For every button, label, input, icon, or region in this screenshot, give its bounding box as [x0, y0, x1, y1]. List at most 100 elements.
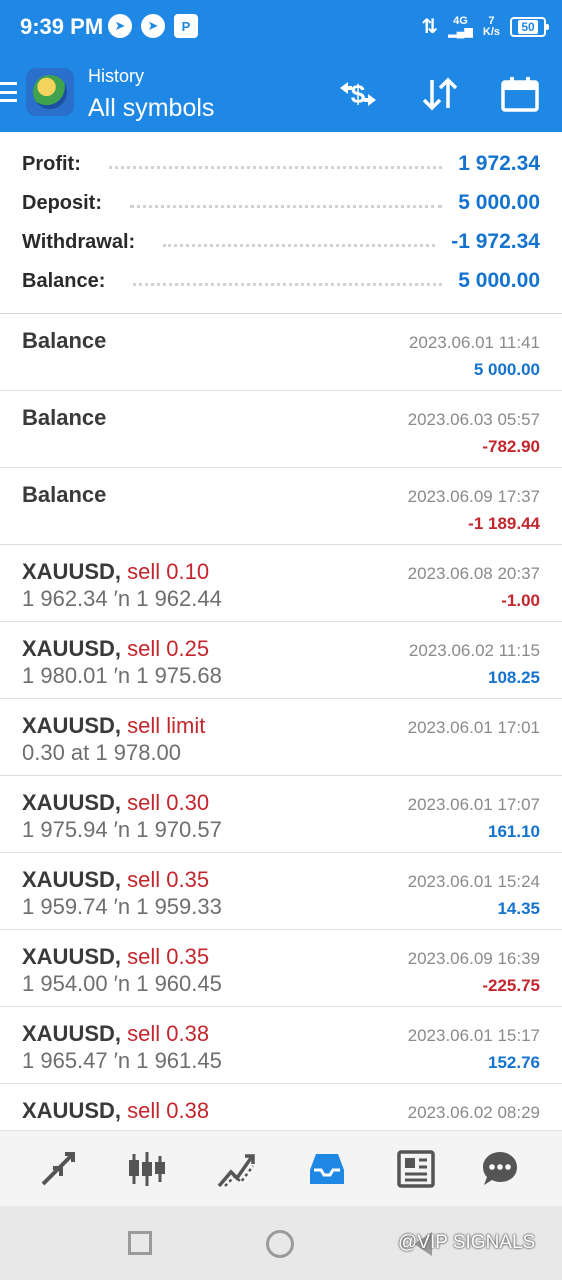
deal-symbol: XAUUSD, sell 0.35 [22, 867, 210, 892]
deal-prices: 0.30 at 1 978.00 [22, 740, 182, 765]
deal-profit: -1 189.44 [468, 514, 540, 533]
summary-withdrawal-row: Withdrawal: -1 972.34 [22, 224, 540, 260]
deal-time: 2023.06.01 11:41 [408, 333, 540, 352]
dotted-leader [163, 243, 436, 247]
app-logo[interactable] [26, 68, 74, 116]
page-subtitle: History [88, 66, 145, 86]
page-title[interactable]: All symbols [88, 94, 214, 123]
history-row[interactable]: Balance 2023.06.09 17:37 -1 189.44 [0, 468, 562, 545]
chart-candles-icon [129, 1152, 165, 1186]
history-row[interactable]: XAUUSD, sell 0.10 1 962.34 ′n 1 962.44 2… [0, 545, 562, 622]
history-row[interactable]: XAUUSD, sell limit 0.30 at 1 978.00 2023… [0, 699, 562, 776]
sort-arrows-icon [422, 77, 458, 111]
quotes-arrows-icon [41, 1152, 75, 1186]
deposit-withdraw-button[interactable]: $ [336, 74, 380, 114]
deal-profit: -1.00 [501, 591, 540, 610]
history-row[interactable]: XAUUSD, sell 0.38 1 965.47 ′n 1 961.45 2… [0, 1007, 562, 1084]
deal-symbol: XAUUSD, sell 0.38 [22, 1021, 210, 1046]
network-indicator: 4G ▂▄▆ [448, 14, 473, 38]
deal-symbol: XAUUSD, sell limit [22, 713, 206, 738]
nav-history[interactable] [303, 1145, 351, 1193]
history-row[interactable]: XAUUSD, sell 0.35 1 959.74 ′n 1 959.33 2… [0, 853, 562, 930]
nav-trade[interactable] [212, 1145, 260, 1193]
summary-deposit-row: Deposit: 5 000.00 [22, 185, 540, 221]
deal-profit: 5 000.00 [473, 360, 540, 379]
deal-type: sell 0.35 [127, 944, 210, 969]
deal-type: sell 0.35 [127, 867, 210, 892]
deal-time: 2023.06.02 11:15 [408, 641, 540, 660]
deal-type: sell 0.30 [127, 790, 210, 815]
app-bar: History All symbols $ [0, 54, 562, 132]
deal-symbol: XAUUSD, sell 0.25 [22, 636, 210, 661]
menu-icon[interactable] [0, 82, 17, 102]
balance-value: 5 000.00 [458, 269, 540, 292]
deal-time: 2023.06.01 17:07 [407, 795, 540, 814]
deal-type: sell 0.10 [127, 559, 210, 584]
withdrawal-value: -1 972.34 [451, 230, 540, 253]
deal-symbol: XAUUSD, sell 0.10 [22, 559, 210, 584]
telegram-icon: ➤ [108, 14, 132, 38]
summary-profit-row: Profit: 1 972.34 [22, 146, 540, 182]
nav-chat[interactable] [476, 1145, 524, 1193]
chat-icon [483, 1152, 517, 1185]
deal-type: sell 0.25 [127, 636, 210, 661]
status-app-icons: ➤ ➤ P [108, 14, 198, 38]
profit-label: Profit: [22, 152, 81, 175]
network-speed-value: 7 [488, 14, 495, 27]
balance-label: Balance: [22, 269, 106, 292]
history-row[interactable]: XAUUSD, sell 0.38 2023.06.02 08:29 [0, 1084, 562, 1130]
deal-symbol: XAUUSD, sell 0.30 [22, 790, 210, 815]
news-icon [397, 1150, 435, 1188]
deal-type: sell 0.38 [127, 1098, 210, 1123]
summary-balance-row: Balance: 5 000.00 [22, 263, 540, 299]
svg-text:$: $ [351, 79, 366, 109]
history-summary: Profit: 1 972.34 Deposit: 5 000.00 Withd… [0, 132, 562, 314]
deal-prices: 1 980.01 ′n 1 975.68 [22, 663, 222, 688]
watermark: @VIP SIGNALS [398, 1232, 536, 1253]
period-button[interactable] [498, 74, 542, 114]
trade-icon [217, 1154, 255, 1188]
network-type: 4G [453, 14, 468, 27]
deal-profit: -225.75 [482, 976, 540, 995]
history-inbox-icon [310, 1154, 344, 1184]
deal-time: 2023.06.01 15:17 [407, 1026, 540, 1045]
history-list[interactable]: Balance 2023.06.01 11:41 5 000.00 Balanc… [0, 314, 562, 1130]
dotted-leader [130, 204, 443, 208]
nav-news[interactable] [392, 1145, 440, 1193]
deposit-value: 5 000.00 [458, 191, 540, 214]
status-bar: 9:39 PM ➤ ➤ P ⇅ 4G ▂▄▆ 7 K/s 50 [0, 0, 562, 54]
deal-symbol: Balance [22, 328, 107, 353]
deal-time: 2023.06.09 16:39 [407, 949, 540, 968]
status-indicators: ⇅ 4G ▂▄▆ 7 K/s 50 [421, 14, 549, 39]
deal-time: 2023.06.01 15:24 [407, 872, 540, 891]
battery-level: 50 [518, 19, 538, 34]
nav-quotes[interactable] [34, 1145, 82, 1193]
dotted-leader [133, 282, 443, 286]
deal-profit: 14.35 [497, 899, 540, 918]
bottom-navigation [0, 1130, 562, 1206]
deal-symbol: Balance [22, 482, 107, 507]
deal-symbol: Balance [22, 405, 107, 430]
recent-apps-icon[interactable] [128, 1231, 152, 1255]
network-speed-unit: K/s [482, 25, 500, 38]
deal-profit: 161.10 [488, 822, 540, 841]
history-row[interactable]: XAUUSD, sell 0.35 1 954.00 ′n 1 960.45 2… [0, 930, 562, 1007]
sort-button[interactable] [418, 74, 462, 114]
deal-type: sell 0.38 [127, 1021, 210, 1046]
deal-time: 2023.06.02 08:29 [407, 1103, 540, 1122]
telegram-icon: ➤ [141, 14, 165, 38]
deal-prices: 1 954.00 ′n 1 960.45 [22, 971, 222, 996]
home-icon[interactable] [266, 1230, 294, 1258]
deal-prices: 1 975.94 ′n 1 970.57 [22, 817, 222, 842]
history-row[interactable]: Balance 2023.06.01 11:41 5 000.00 [0, 314, 562, 391]
deal-type: sell limit [127, 713, 206, 738]
parking-app-icon: P [174, 14, 198, 38]
deal-profit: -782.90 [482, 437, 540, 456]
currency-exchange-icon: $ [340, 79, 376, 109]
deal-time: 2023.06.03 05:57 [407, 410, 540, 429]
history-row[interactable]: XAUUSD, sell 0.30 1 975.94 ′n 1 970.57 2… [0, 776, 562, 853]
nav-chart[interactable] [123, 1145, 171, 1193]
history-row[interactable]: XAUUSD, sell 0.25 1 980.01 ′n 1 975.68 2… [0, 622, 562, 699]
history-row[interactable]: Balance 2023.06.03 05:57 -782.90 [0, 391, 562, 468]
deal-time: 2023.06.09 17:37 [407, 487, 540, 506]
